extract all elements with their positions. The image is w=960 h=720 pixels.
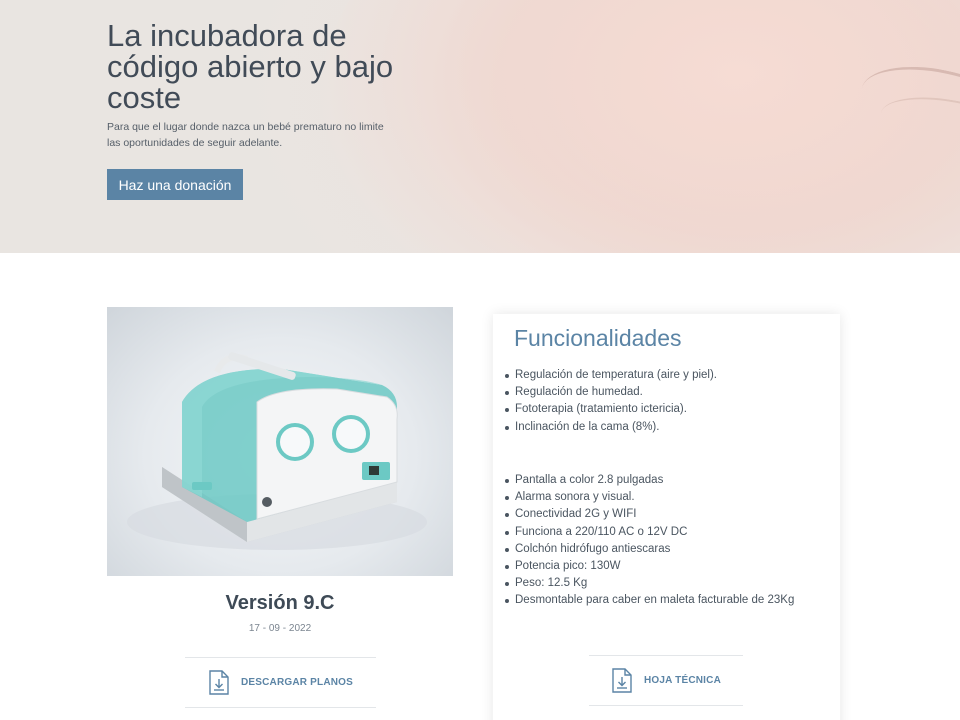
download-plans-link[interactable]: DESCARGAR PLANOS <box>185 657 376 708</box>
feature-item: Peso: 12.5 Kg <box>504 575 794 592</box>
feature-item: Regulación de humedad. <box>505 384 717 401</box>
feature-item: Colchón hidrófugo antiescaras <box>504 541 794 558</box>
feature-item: Alarma sonora y visual. <box>504 489 794 506</box>
datasheet-link[interactable]: HOJA TÉCNICA <box>589 655 743 706</box>
document-download-icon <box>612 668 632 693</box>
incubator-icon <box>127 352 427 550</box>
donate-button[interactable]: Haz una donación <box>107 169 243 200</box>
feature-item: Potencia pico: 130W <box>504 558 794 575</box>
features-list-1: Regulación de temperatura (aire y piel).… <box>505 367 717 436</box>
hero-title: La incubadora de código abierto y bajo c… <box>107 18 394 115</box>
feature-item: Desmontable para caber en maleta factura… <box>504 592 794 609</box>
hero-background-image <box>320 0 960 253</box>
feature-item: Funciona a 220/110 AC o 12V DC <box>504 524 794 541</box>
features-list-2: Pantalla a color 2.8 pulgadas Alarma son… <box>504 472 794 610</box>
feature-item: Fototerapia (tratamiento ictericia). <box>505 401 717 418</box>
download-plans-label: DESCARGAR PLANOS <box>240 677 354 688</box>
version-title: Versión 9.C <box>225 592 335 614</box>
feature-item: Pantalla a color 2.8 pulgadas <box>504 472 794 489</box>
feature-item: Conectividad 2G y WIFI <box>504 506 794 523</box>
document-download-icon <box>209 670 229 695</box>
features-title: Funcionalidades <box>514 325 682 351</box>
incubator-image <box>107 307 453 576</box>
feature-item: Regulación de temperatura (aire y piel). <box>505 367 717 384</box>
version-date: 17 - 09 - 2022 <box>248 623 312 634</box>
hero-subtitle: Para que el lugar donde nazca un bebé pr… <box>107 121 384 149</box>
datasheet-label: HOJA TÉCNICA <box>643 675 722 686</box>
feature-item: Inclinación de la cama (8%). <box>505 419 717 436</box>
